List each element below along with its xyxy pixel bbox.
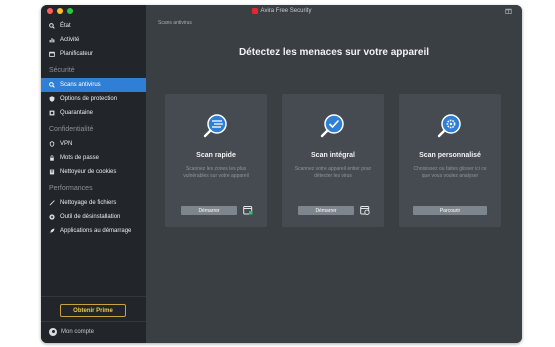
- scan-personnalise-card: Scan personnalisé Choisissez ou faites g…: [399, 94, 501, 227]
- sidebar-divider: [41, 321, 146, 322]
- sidebar-item-options-protection[interactable]: Options de protection: [41, 92, 146, 106]
- cookie-icon: [49, 169, 55, 175]
- card-description: Scannez votre appareil entier pour détec…: [294, 166, 372, 179]
- sidebar-item-label: Applications au démarrage: [60, 228, 132, 234]
- parcourir-button[interactable]: Parcourir: [413, 206, 487, 215]
- demarrer-scan-integral-button[interactable]: Démarrer: [298, 206, 354, 215]
- fast-scan-icon: [203, 114, 227, 138]
- broom-icon: [49, 200, 55, 206]
- uninstall-icon: [49, 214, 55, 220]
- vpn-icon: [49, 141, 55, 147]
- scan-integral-card: Scan intégral Scannez votre appareil ent…: [282, 94, 384, 227]
- title-bar: Avira Free Security: [41, 5, 522, 17]
- sidebar-item-outil-desinstallation[interactable]: Outil de désinstallation: [41, 210, 146, 224]
- lock-icon: [49, 155, 55, 161]
- sidebar-item-label: Quarantaine: [60, 110, 94, 116]
- page-title: Détectez les menaces sur votre appareil: [238, 47, 430, 58]
- window-title-text: Avira Free Security: [260, 8, 312, 14]
- sidebar-section-privacy: Confidentialité: [49, 126, 94, 133]
- account-label: Mon compte: [61, 329, 95, 335]
- avira-logo-icon: [251, 8, 258, 14]
- window-title: Avira Free Security: [251, 8, 312, 14]
- calendar-add-icon[interactable]: [243, 205, 253, 215]
- sidebar-nav: État Activité Planificateur Sécurité Sca: [41, 19, 146, 238]
- sidebar-item-label: Mots de passe: [60, 155, 100, 161]
- sidebar-item-label: Activité: [60, 37, 80, 43]
- sidebar: État Activité Planificateur Sécurité Sca: [41, 5, 146, 343]
- sidebar-item-vpn[interactable]: VPN: [41, 137, 146, 151]
- sidebar-section-performance: Performances: [49, 185, 93, 192]
- sidebar-item-label: Options de protection: [60, 96, 118, 102]
- quarantine-icon: [49, 110, 55, 116]
- sidebar-item-label: Nettoyeur de cookies: [60, 169, 117, 175]
- search-icon: [49, 23, 55, 29]
- scan-rapide-card: Scan rapide Scannez les zones les plus v…: [165, 94, 267, 227]
- sidebar-item-quarantaine[interactable]: Quarantaine: [41, 106, 146, 120]
- account-link[interactable]: Mon compte: [49, 328, 94, 336]
- calendar-clock-icon[interactable]: [360, 205, 370, 215]
- sidebar-item-mots-de-passe[interactable]: Mots de passe: [41, 151, 146, 165]
- demarrer-scan-rapide-button[interactable]: Démarrer: [181, 206, 237, 215]
- sidebar-item-label: Outil de désinstallation: [60, 214, 121, 220]
- sidebar-item-label: Scans antivirus: [60, 82, 101, 88]
- full-scan-icon: [320, 114, 344, 138]
- main-panel: Scans antivirus Détectez les menaces sur…: [146, 5, 522, 343]
- card-title: Scan intégral: [311, 152, 355, 159]
- gift-icon[interactable]: [505, 7, 512, 17]
- sidebar-divider: [41, 296, 146, 297]
- sidebar-item-activite[interactable]: Activité: [41, 33, 146, 47]
- card-title: Scan personnalisé: [419, 152, 481, 159]
- search-icon: [49, 82, 55, 88]
- rocket-icon: [49, 228, 55, 234]
- sidebar-item-label: Nettoyage de fichiers: [60, 200, 117, 206]
- sidebar-item-scans-antivirus[interactable]: Scans antivirus: [41, 78, 146, 92]
- shield-icon: [49, 96, 55, 102]
- custom-scan-icon: [437, 114, 461, 138]
- sidebar-section-security: Sécurité: [49, 67, 75, 74]
- sidebar-item-planificateur[interactable]: Planificateur: [41, 47, 146, 61]
- card-title: Scan rapide: [196, 152, 236, 159]
- user-icon: [49, 328, 57, 336]
- sidebar-item-etat[interactable]: État: [41, 19, 146, 33]
- sidebar-item-applications-demarrage[interactable]: Applications au démarrage: [41, 224, 146, 238]
- sidebar-item-label: État: [60, 23, 71, 29]
- card-description: Choisissez ou faites glisser ici ce que …: [413, 166, 487, 179]
- app-window: État Activité Planificateur Sécurité Sca: [41, 5, 522, 343]
- sidebar-item-nettoyeur-cookies[interactable]: Nettoyeur de cookies: [41, 165, 146, 179]
- obtenir-prime-button[interactable]: Obtenir Prime: [60, 304, 126, 317]
- calendar-icon: [49, 51, 55, 57]
- card-description: Scannez les zones les plus vulnérables s…: [183, 166, 249, 179]
- breadcrumb: Scans antivirus: [158, 20, 192, 26]
- sidebar-item-label: VPN: [60, 141, 73, 147]
- bar-chart-icon: [49, 37, 55, 43]
- sidebar-item-nettoyage-fichiers[interactable]: Nettoyage de fichiers: [41, 196, 146, 210]
- sidebar-item-label: Planificateur: [60, 51, 94, 57]
